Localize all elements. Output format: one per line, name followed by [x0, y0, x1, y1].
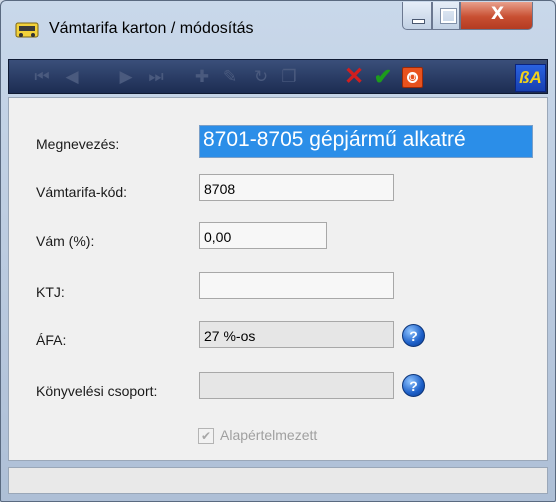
stop-button[interactable]: O	[402, 67, 423, 88]
language-button[interactable]: ßA	[515, 64, 546, 92]
toolbar: ⏮ ◀ ▶ ⏭ ✚ ✎ ↻ ❐ ✕ ✔ O ßA	[8, 59, 548, 94]
refresh-icon: ↻	[253, 66, 269, 86]
konyvelesi-help-icon[interactable]: ?	[402, 374, 425, 397]
new-doc-icon: ✚	[194, 66, 210, 86]
close-button[interactable]: X	[460, 2, 533, 30]
vamtarifa-kod-input[interactable]: 8708	[199, 174, 394, 201]
edit-icon: ✎	[222, 66, 238, 86]
last-record-button[interactable]: ⏭	[143, 64, 169, 89]
status-bar	[8, 467, 548, 494]
cancel-button[interactable]: ✕	[342, 63, 366, 90]
alapertelmezett-checkbox[interactable]: ✔	[198, 428, 214, 444]
megnevezes-label: Megnevezés:	[36, 136, 120, 152]
prev-icon: ◀	[65, 66, 79, 86]
window-title: Vámtarifa karton / módosítás	[49, 20, 254, 37]
form-panel: Megnevezés: 8701-8705 gépjármű alkatré V…	[8, 97, 548, 461]
save-button[interactable]: ✔	[371, 64, 395, 89]
next-icon: ▶	[119, 66, 133, 86]
new-record-button[interactable]: ✚	[190, 64, 214, 89]
alapertelmezett-label: Alapértelmezett	[220, 427, 318, 443]
refresh-record-button[interactable]: ↻	[249, 64, 273, 89]
konyvelesi-csoport-label: Könyvelési csoport:	[36, 383, 158, 399]
konyvelesi-csoport-input[interactable]	[199, 372, 394, 399]
afa-label: ÁFA:	[36, 332, 67, 348]
vam-input[interactable]: 0,00	[199, 222, 327, 249]
megnevezes-input[interactable]: 8701-8705 gépjármű alkatré	[199, 125, 533, 158]
copy-icon: ❐	[281, 66, 297, 86]
title-bar[interactable]: Vámtarifa karton / módosítás X	[1, 1, 555, 51]
first-record-button[interactable]: ⏮	[29, 64, 55, 89]
vamtarifa-kod-label: Vámtarifa-kód:	[36, 184, 128, 200]
next-record-button[interactable]: ▶	[113, 64, 139, 89]
close-icon: X	[490, 4, 505, 24]
first-icon: ⏮	[34, 66, 50, 86]
minimize-icon	[412, 19, 425, 24]
power-icon: O	[407, 72, 418, 83]
afa-help-icon[interactable]: ?	[402, 324, 425, 347]
checkmark-icon: ✔	[373, 63, 393, 89]
copy-record-button[interactable]: ❐	[277, 64, 301, 89]
minimize-button[interactable]	[402, 2, 432, 30]
ktj-label: KTJ:	[36, 284, 65, 300]
car-icon	[15, 22, 39, 38]
maximize-icon	[440, 8, 457, 24]
edit-record-button[interactable]: ✎	[218, 64, 242, 89]
cancel-icon: ✕	[343, 63, 365, 90]
afa-input[interactable]: 27 %-os	[199, 321, 394, 348]
maximize-button[interactable]	[432, 2, 460, 30]
window: Vámtarifa karton / módosítás X ⏮ ◀ ▶ ⏭ ✚…	[0, 0, 556, 502]
ktj-input[interactable]	[199, 272, 394, 299]
prev-record-button[interactable]: ◀	[59, 64, 85, 89]
last-icon: ⏭	[148, 66, 164, 86]
vam-label: Vám (%):	[36, 233, 95, 249]
